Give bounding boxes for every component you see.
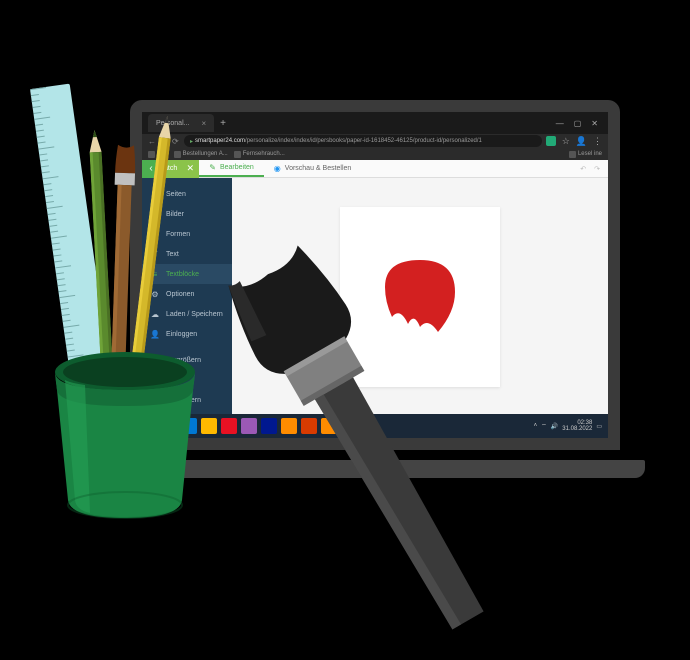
reload-icon[interactable]: ⟳: [172, 137, 180, 145]
bookmark-favicon: [234, 151, 241, 158]
taskbar-app[interactable]: [241, 418, 257, 434]
bookmark-item[interactable]: Fernsehrauch...: [234, 151, 285, 158]
notifications-icon[interactable]: ▭: [596, 423, 602, 430]
tab-close-icon[interactable]: ×: [201, 119, 206, 128]
url-domain: smartpaper24.com: [195, 138, 245, 144]
app-toolbar: ‹ atch ✕ ✎ Bearbeiten ◉ Vorschau & Beste…: [142, 160, 608, 178]
bookmark-item[interactable]: Bestellungen A...: [174, 151, 228, 158]
url-input[interactable]: ▸ smartpaper24.com /personalize/index/in…: [184, 135, 542, 147]
browser-chrome: Personal... × + — ▢ ✕ ← → ⟳ ▸ smartpaper…: [142, 112, 608, 160]
minimize-icon[interactable]: —: [556, 119, 564, 128]
nav-back-icon[interactable]: ←: [148, 137, 156, 145]
extension-icon[interactable]: [546, 136, 556, 146]
browser-tab[interactable]: Personal... ×: [148, 114, 214, 132]
menu-icon[interactable]: ⋮: [593, 136, 602, 147]
bookmarks-bar: Ar... Bestellungen A... Fernsehrauch... …: [142, 148, 608, 160]
close-icon[interactable]: ✕: [591, 119, 598, 128]
bookmark-favicon: [174, 151, 181, 158]
tab-bar: Personal... × + — ▢ ✕: [142, 112, 608, 134]
taskbar-app[interactable]: [221, 418, 237, 434]
lock-icon: ▸: [190, 138, 193, 145]
maximize-icon[interactable]: ▢: [574, 119, 582, 128]
eye-icon: ◉: [274, 164, 281, 173]
profile-icon[interactable]: 👤: [576, 136, 587, 147]
pencil-icon: ✎: [209, 163, 216, 172]
star-icon[interactable]: ☆: [562, 136, 570, 147]
address-bar: ← → ⟳ ▸ smartpaper24.com /personalize/in…: [142, 134, 608, 148]
bookmark-favicon: [569, 151, 576, 158]
tab-edit[interactable]: ✎ Bearbeiten: [199, 160, 264, 177]
undo-button[interactable]: ↶: [580, 165, 586, 173]
window-controls: — ▢ ✕: [556, 119, 602, 128]
tab-preview[interactable]: ◉ Vorschau & Bestellen: [264, 160, 362, 177]
bookmark-favicon: [148, 151, 155, 158]
new-tab-button[interactable]: +: [220, 118, 226, 129]
cloud-icon: ☁: [150, 309, 160, 319]
redo-button[interactable]: ↷: [594, 165, 600, 173]
app-close-button[interactable]: ✕: [181, 160, 199, 178]
bookmark-user[interactable]: Lesel ine: [569, 151, 602, 158]
url-path: /personalize/index/index/id/persbooks/pa…: [245, 138, 482, 144]
pencil-cup: [40, 320, 210, 520]
